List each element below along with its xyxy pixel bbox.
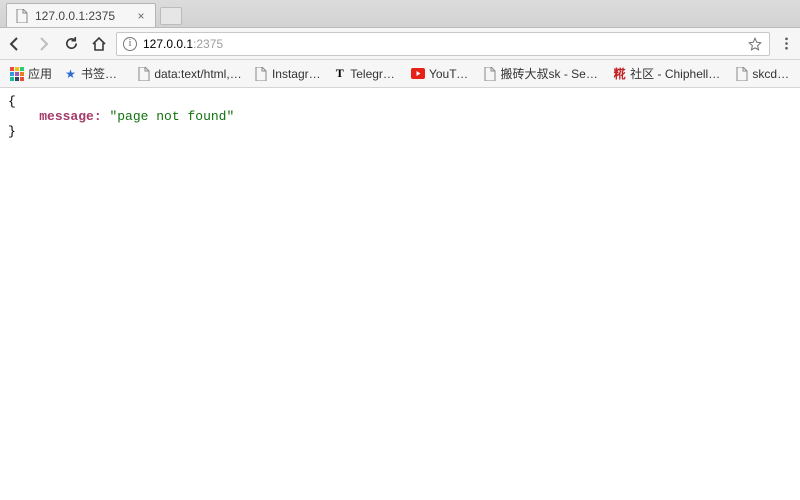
toolbar: i 127.0.0.1:2375 bbox=[0, 28, 800, 60]
bookmarks-bar: 应用 ★ 书签导航 data:text/html, <ht Instagram … bbox=[0, 60, 800, 88]
page-icon bbox=[735, 67, 748, 81]
bookmark-item[interactable]: YouTube bbox=[407, 65, 476, 83]
tab-strip: 127.0.0.1:2375 × bbox=[0, 0, 800, 28]
bookmark-item[interactable]: Instagram bbox=[251, 65, 325, 83]
youtube-icon bbox=[411, 67, 425, 81]
close-icon[interactable]: × bbox=[135, 10, 147, 22]
apps-icon bbox=[10, 67, 24, 81]
menu-button[interactable] bbox=[778, 36, 794, 52]
forward-button[interactable] bbox=[34, 35, 52, 53]
bookmark-item[interactable]: ★ 书签导航 bbox=[60, 63, 129, 84]
json-string: "page not found" bbox=[109, 109, 234, 124]
page-content: { message: "page not found" } bbox=[0, 88, 800, 500]
apps-button[interactable]: 应用 bbox=[6, 63, 56, 84]
json-brace-open: { bbox=[8, 94, 16, 109]
home-button[interactable] bbox=[90, 35, 108, 53]
bookmark-item[interactable]: skcdian bbox=[731, 65, 794, 83]
new-tab-button[interactable] bbox=[160, 7, 182, 25]
address-bar[interactable]: i 127.0.0.1:2375 bbox=[116, 32, 770, 56]
telegraph-icon: T bbox=[333, 67, 346, 81]
bookmark-item[interactable]: 搬砖大叔sk - Segme bbox=[480, 63, 606, 84]
apps-label: 应用 bbox=[28, 65, 52, 82]
json-key: message: bbox=[39, 109, 101, 124]
reload-button[interactable] bbox=[62, 35, 80, 53]
chiphell-icon: 糀 bbox=[613, 67, 626, 81]
page-icon bbox=[484, 67, 497, 81]
back-button[interactable] bbox=[6, 35, 24, 53]
page-icon bbox=[255, 67, 268, 81]
bookmark-item[interactable]: T Telegraph bbox=[329, 65, 403, 83]
site-info-icon[interactable]: i bbox=[123, 37, 137, 51]
page-icon bbox=[15, 9, 29, 23]
bookmark-item[interactable]: 糀 社区 - Chiphell - 分 bbox=[609, 63, 727, 84]
url-text: 127.0.0.1:2375 bbox=[143, 37, 741, 51]
tab-title: 127.0.0.1:2375 bbox=[35, 9, 129, 23]
page-icon bbox=[137, 67, 150, 81]
json-brace-close: } bbox=[8, 124, 16, 139]
browser-tab[interactable]: 127.0.0.1:2375 × bbox=[6, 3, 156, 27]
star-icon: ★ bbox=[64, 67, 77, 81]
bookmark-star-icon[interactable] bbox=[747, 36, 763, 52]
bookmark-item[interactable]: data:text/html, <ht bbox=[133, 65, 247, 83]
